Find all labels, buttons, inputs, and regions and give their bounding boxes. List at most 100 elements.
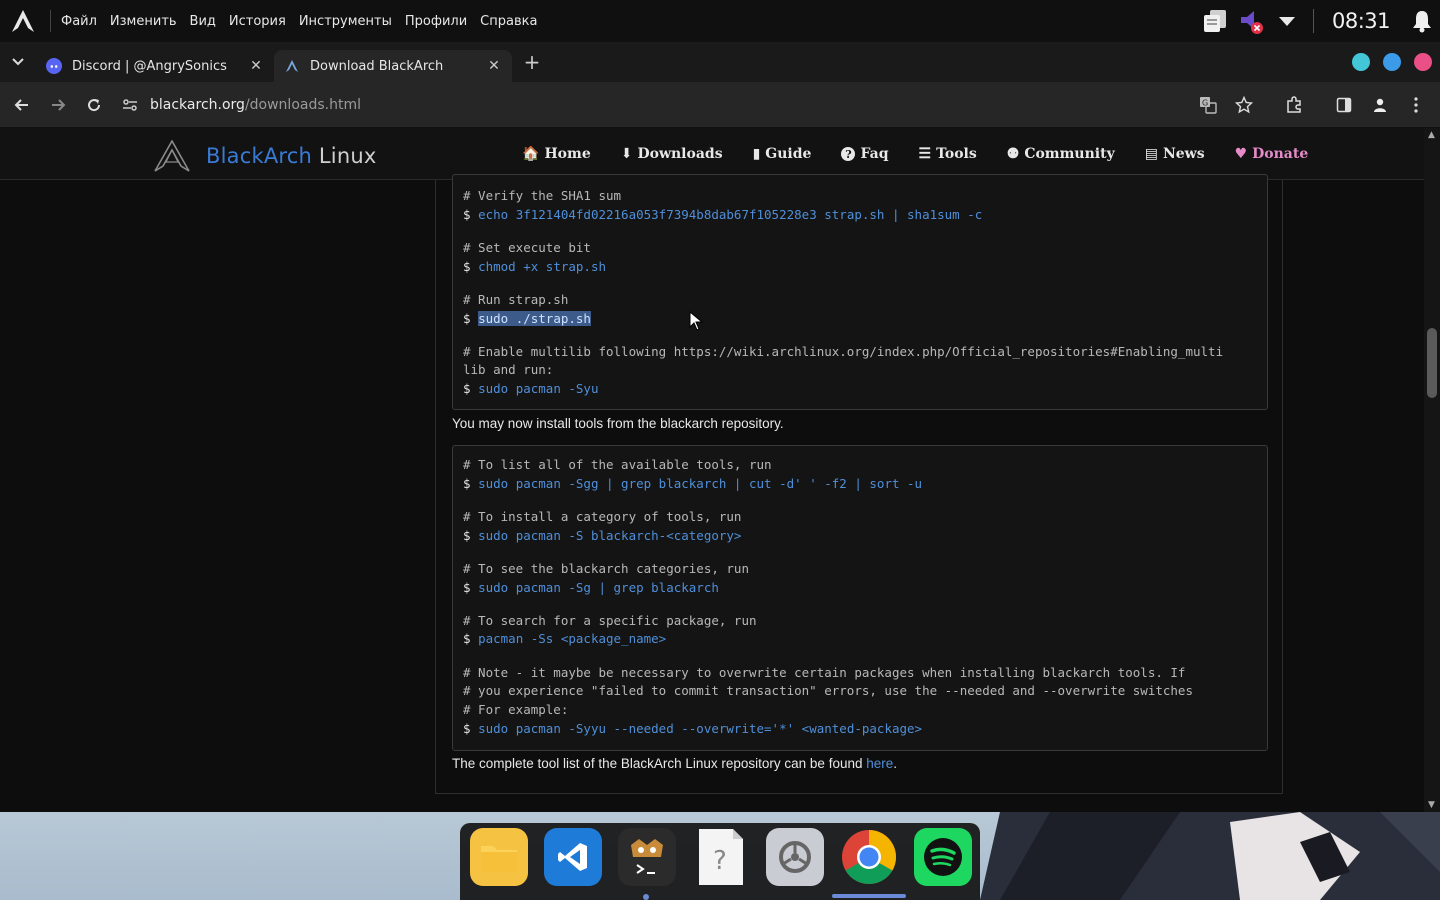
vertical-scrollbar[interactable]: ▲ ▼: [1424, 128, 1440, 812]
prompt: $: [463, 475, 471, 491]
nav-community[interactable]: ⚉ Community: [1007, 146, 1115, 162]
arch-logo-icon[interactable]: [0, 0, 46, 42]
kebab-menu-icon[interactable]: [1398, 87, 1434, 123]
files-icon[interactable]: [470, 828, 528, 886]
code-comment: # Run strap.sh: [463, 291, 569, 307]
code-comment: # you experience "failed to commit trans…: [463, 683, 1193, 699]
scroll-down-arrow-icon[interactable]: ▼: [1428, 800, 1435, 810]
logo-brand: BlackArch: [206, 144, 313, 168]
tab-title: Discord | @AngrySonics: [72, 58, 227, 74]
prompt: $: [463, 527, 471, 543]
home-icon: 🏠: [522, 146, 540, 162]
divider: [1312, 9, 1314, 33]
profile-icon[interactable]: [1362, 87, 1398, 123]
prompt: $: [463, 720, 471, 736]
code-comment: # Enable multilib following https://wiki…: [463, 343, 1224, 359]
terminal-icon[interactable]: [618, 828, 676, 886]
code-line: $ sudo pacman -Syu: [463, 380, 1257, 399]
nav-label: Home: [544, 146, 591, 162]
reload-icon[interactable]: [76, 87, 112, 123]
discord-icon: [46, 58, 62, 74]
nav-downloads[interactable]: ⬇ Downloads: [621, 146, 723, 162]
code-command: pacman -Ss <package_name>: [478, 631, 667, 647]
unknown-app-icon[interactable]: ?: [692, 828, 750, 886]
chevron-down-icon[interactable]: [1269, 0, 1305, 42]
bell-icon[interactable]: [1404, 0, 1440, 42]
prompt: $: [463, 206, 471, 222]
newspaper-icon: ▤: [1144, 146, 1158, 162]
nav-tools[interactable]: ☰ Tools: [919, 146, 977, 162]
dock-active-indicator: [832, 894, 906, 898]
close-icon[interactable]: ✕: [486, 58, 502, 74]
code-command: sudo pacman -S blackarch-<category>: [478, 527, 742, 543]
settings-icon[interactable]: [766, 828, 824, 886]
logo-suffix: Linux: [312, 144, 377, 168]
selected-command: sudo ./strap.sh: [478, 310, 591, 326]
menu-history[interactable]: История: [229, 14, 286, 29]
address-bar[interactable]: blackarch.org/downloads.html: [122, 87, 1262, 123]
window-close-button[interactable]: [1414, 53, 1432, 71]
tab-discord[interactable]: Discord | @AngrySonics ✕: [36, 50, 274, 82]
site-logo[interactable]: BlackArch Linux: [154, 140, 376, 172]
menu-profiles[interactable]: Профили: [405, 14, 467, 29]
chrome-icon[interactable]: [840, 828, 898, 886]
clock[interactable]: 08:31: [1332, 9, 1391, 33]
url-path: /downloads.html: [244, 97, 361, 113]
site-info-icon[interactable]: [122, 98, 138, 112]
nav-guide[interactable]: ▮ Guide: [753, 146, 812, 162]
blackarch-icon: [284, 58, 300, 74]
code-block-usage[interactable]: # To list all of the available tools, ru…: [452, 445, 1268, 751]
code-line: $ sudo pacman -Sg | grep blackarch: [463, 579, 1257, 598]
menu-file[interactable]: Файл: [61, 14, 97, 29]
nav-home[interactable]: 🏠 Home: [522, 146, 591, 162]
code-comment: # To see the blackarch categories, run: [463, 560, 749, 576]
maximize-button[interactable]: [1383, 53, 1401, 71]
back-arrow-icon[interactable]: [4, 87, 40, 123]
tab-blackarch[interactable]: Download BlackArch ✕: [274, 50, 512, 82]
vscode-icon[interactable]: [544, 828, 602, 886]
side-panel-icon[interactable]: [1326, 87, 1362, 123]
menu-view[interactable]: Вид: [190, 14, 216, 29]
code-line: $ sudo pacman -S blackarch-<category>: [463, 527, 1257, 546]
new-tab-button[interactable]: +: [518, 48, 546, 76]
clipboard-icon[interactable]: [1197, 0, 1233, 42]
prompt: $: [463, 310, 471, 326]
paragraph-install-tools: You may now install tools from the black…: [452, 416, 784, 431]
spotify-icon[interactable]: [914, 828, 972, 886]
paragraph-tool-list: The complete tool list of the BlackArch …: [452, 756, 897, 771]
divider: [50, 10, 51, 32]
here-link[interactable]: here: [866, 756, 893, 771]
menu-tools[interactable]: Инструменты: [299, 14, 392, 29]
minimize-button[interactable]: [1352, 53, 1370, 71]
audio-muted-icon[interactable]: [1233, 0, 1269, 42]
code-comment: lib and run:: [463, 362, 554, 378]
scrollbar-thumb[interactable]: [1427, 328, 1437, 398]
tab-search-chevron-icon[interactable]: [0, 42, 36, 82]
menu-help[interactable]: Справка: [480, 14, 537, 29]
extensions-icon[interactable]: [1276, 87, 1312, 123]
menu-edit[interactable]: Изменить: [110, 14, 177, 29]
code-comment: # For example:: [463, 702, 569, 718]
svg-text:?: ?: [713, 846, 727, 876]
code-block-install[interactable]: # Verify the SHA1 sum $ echo 3f121404fd02…: [452, 174, 1268, 410]
code-line: $ sudo pacman -Syyu --needed --overwrite…: [463, 720, 1257, 739]
code-line: $ echo 3f121404fd02216a053f7394b8dab67f1…: [463, 206, 1257, 225]
code-command: sudo pacman -Syyu --needed --overwrite='…: [478, 720, 923, 736]
code-command: chmod +x strap.sh: [478, 258, 606, 274]
tab-strip: Discord | @AngrySonics ✕ Download BlackA…: [0, 42, 1440, 82]
code-comment: # To search for a specific package, run: [463, 612, 757, 628]
prompt: $: [463, 258, 471, 274]
mouse-cursor-icon: [689, 311, 704, 331]
code-command: sudo pacman -Sg | grep blackarch: [478, 579, 719, 595]
nav-faq[interactable]: ? Faq: [841, 146, 889, 162]
code-command: sudo pacman -Sgg | grep blackarch | cut …: [478, 475, 923, 491]
forward-arrow-icon[interactable]: [40, 87, 76, 123]
close-icon[interactable]: ✕: [248, 58, 264, 74]
nav-donate[interactable]: ♥ Donate: [1235, 146, 1309, 162]
nav-news[interactable]: ▤ News: [1145, 146, 1205, 162]
translate-icon[interactable]: G: [1190, 87, 1226, 123]
scroll-up-arrow-icon[interactable]: ▲: [1428, 130, 1435, 140]
question-icon: ?: [841, 147, 856, 161]
bookmark-star-icon[interactable]: [1226, 87, 1262, 123]
tab-title: Download BlackArch: [310, 58, 444, 74]
